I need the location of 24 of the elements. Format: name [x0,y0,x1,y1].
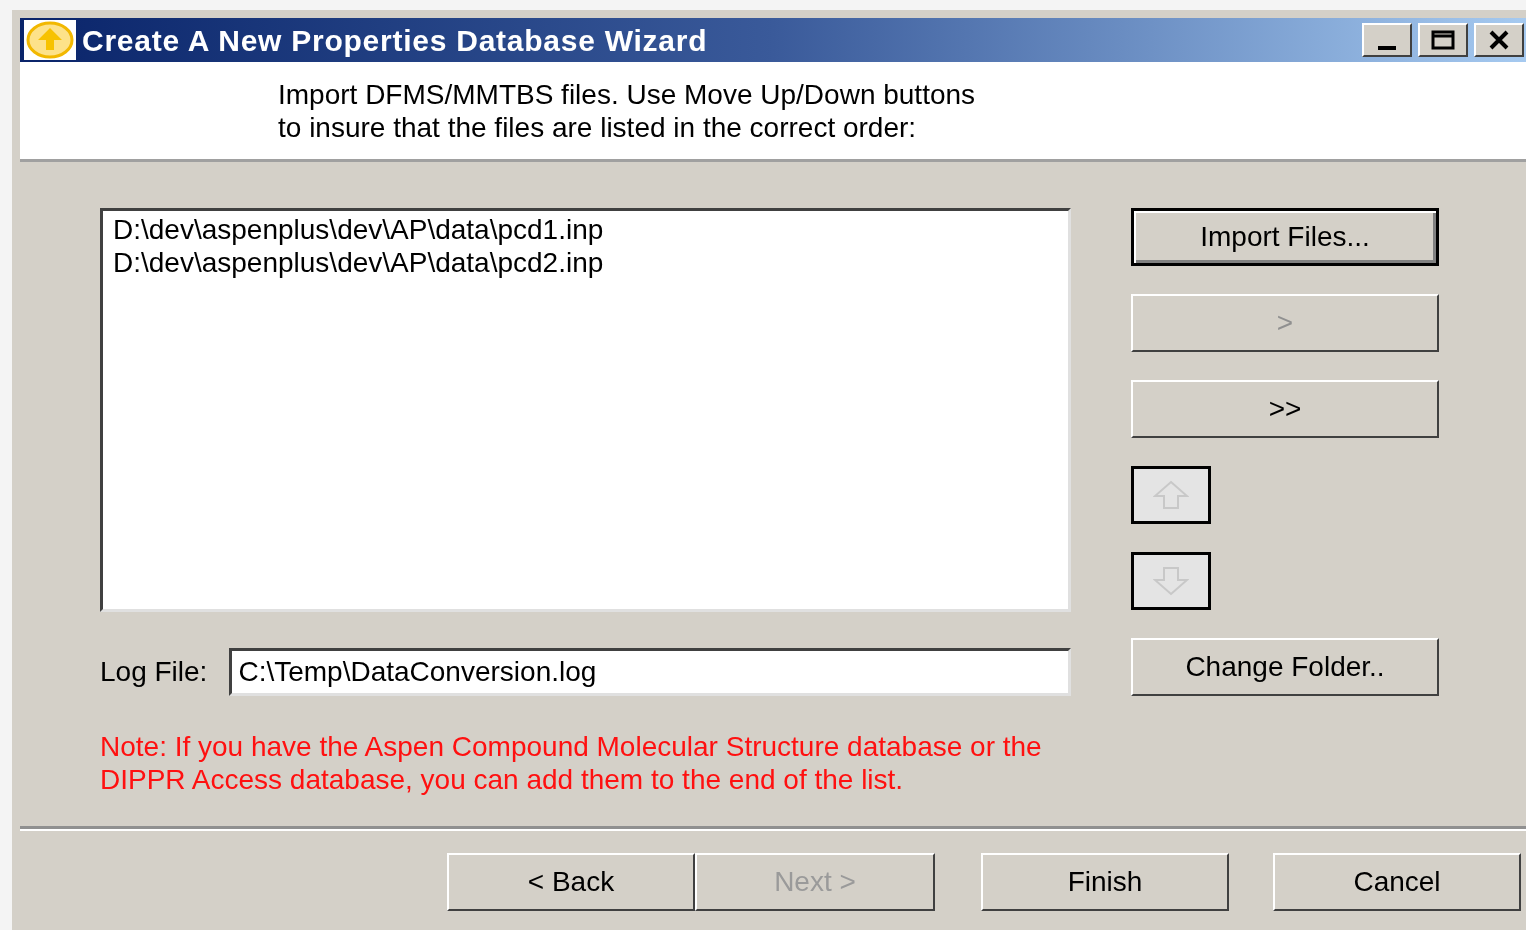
maximize-button[interactable] [1418,23,1468,57]
file-list-item[interactable]: D:\dev\aspenplus\dev\AP\data\pcd2.inp [113,246,1058,279]
footer-button[interactable]: Finish [981,853,1229,911]
side-button[interactable]: >> [1131,380,1439,438]
close-button[interactable] [1474,23,1524,57]
side-button[interactable]: Import Files... [1131,208,1439,266]
instruction-text: Import DFMS/MMTBS files. Use Move Up/Down buttons [278,77,977,111]
minimize-icon [1378,46,1396,50]
change-folder-button[interactable]: Change Folder.. [1131,638,1439,696]
down-arrow-icon [1153,566,1189,596]
note-text: DIPPR Access database, you can add them to the end of the list. [100,763,905,796]
app-logo-icon [24,20,76,60]
instruction-text: to insure that the files are listed in the correct order: [278,110,918,144]
file-list-item[interactable]: D:\dev\aspenplus\dev\AP\data\pcd1.inp [113,213,1058,246]
up-arrow-icon [1153,480,1189,510]
log-file-label: Log File: [100,655,208,689]
footer-button[interactable]: Cancel [1273,853,1521,911]
file-list[interactable]: D:\dev\aspenplus\dev\AP\data\pcd1.inp D:\dev\aspenplus\dev\AP\data\pcd2.inp [100,208,1071,612]
log-file-field[interactable]: C:\Temp\DataConversion.log [229,648,1071,696]
minimize-button[interactable] [1362,23,1412,57]
maximize-icon [1430,29,1456,51]
note-text: Note: If you have the Aspen Compound Molecular Structure database or the [100,730,1043,763]
footer-button[interactable]: < Back [447,853,695,911]
window-title: Create A New Properties Database Wizard [82,22,709,59]
